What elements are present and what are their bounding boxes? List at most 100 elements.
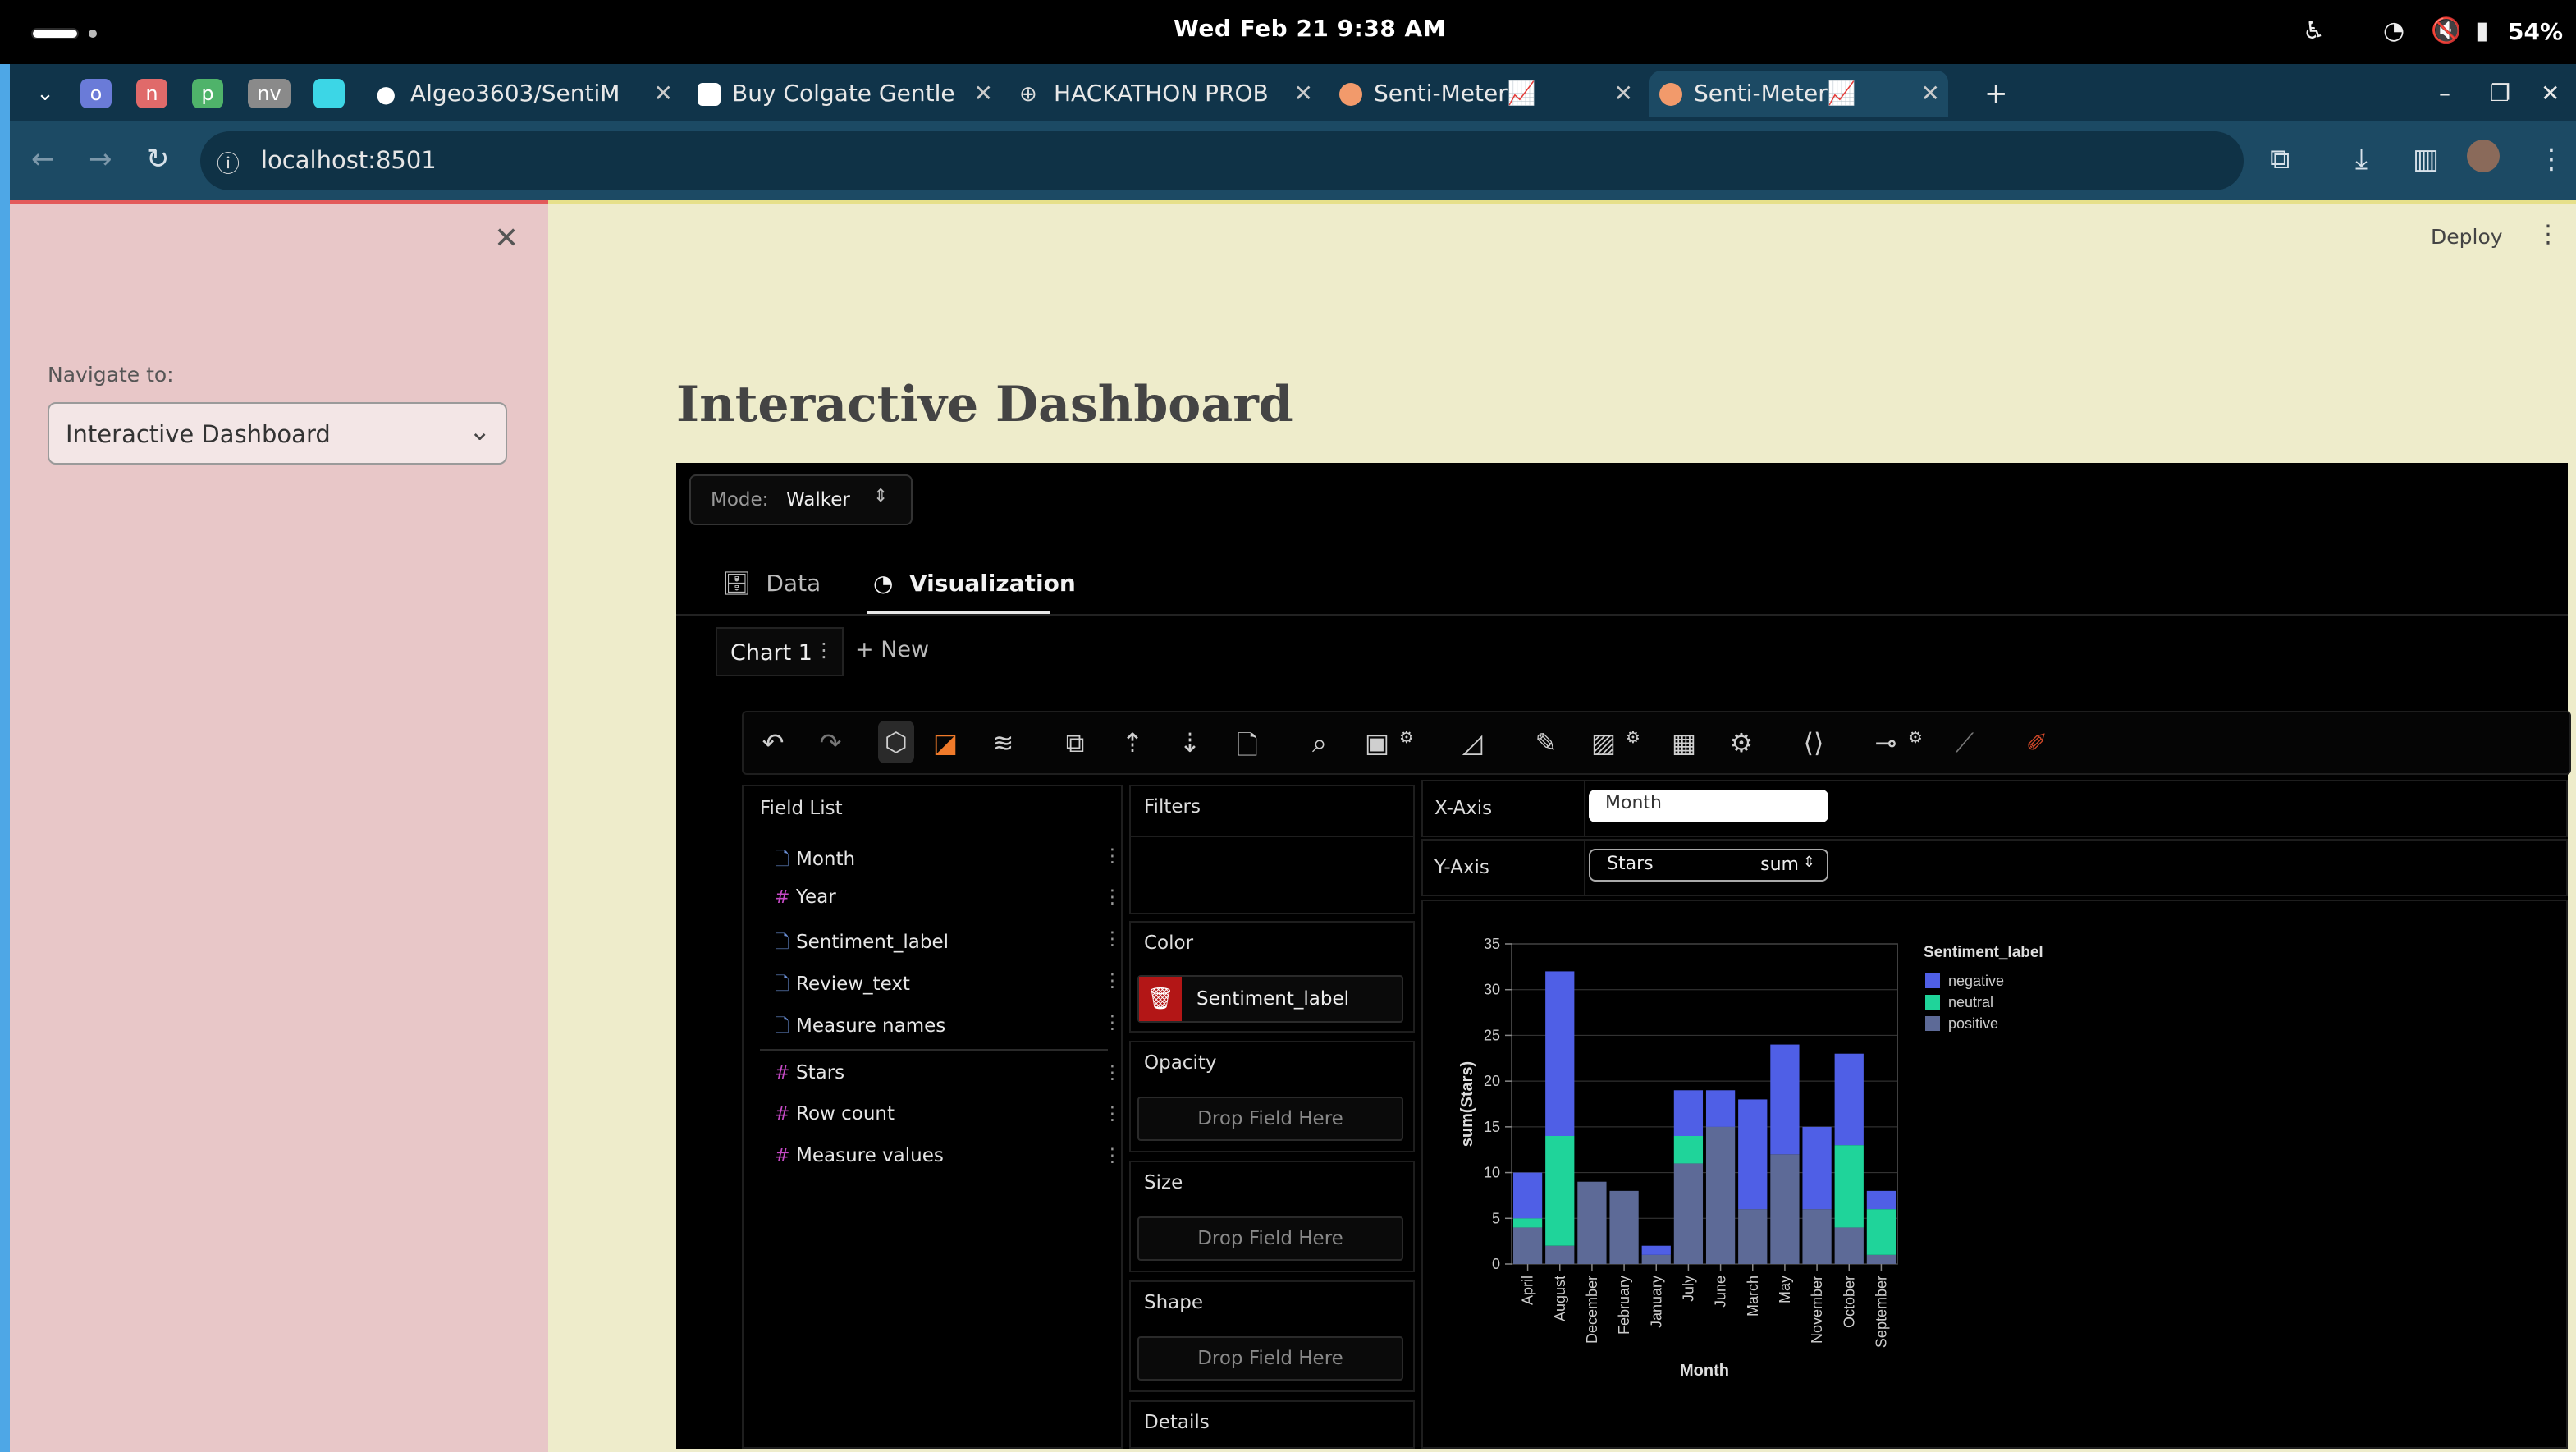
download-icon[interactable]: ⤓ <box>2355 143 2368 176</box>
field-menu-icon[interactable]: ⋮ <box>1103 886 1122 908</box>
bar-neutral <box>1545 1136 1575 1246</box>
shape-panel: Shape Drop Field Here <box>1129 1280 1415 1392</box>
wifi-icon[interactable]: ◔ <box>2383 16 2404 45</box>
close-sidebar-icon[interactable]: ✕ <box>494 222 519 255</box>
close-tab-icon[interactable]: ✕ <box>1921 71 1940 117</box>
close-tab-icon[interactable]: ✕ <box>1614 71 1633 117</box>
tab-visualization[interactable]: ◔ Visualization <box>873 570 1076 597</box>
amazon-icon <box>698 83 721 106</box>
side-panel-icon[interactable]: ▥ <box>2413 143 2439 176</box>
close-tab-icon[interactable]: ✕ <box>974 71 993 117</box>
field-year[interactable]: # Year ⋮ <box>775 886 1122 908</box>
mark-type-icon[interactable]: ◪ <box>927 727 963 758</box>
pinned-tab-p[interactable]: p <box>192 79 223 108</box>
accessibility-icon[interactable]: ♿ <box>2303 16 2325 45</box>
field-sentiment-label[interactable]: 🗋 Sentiment_label ⋮ <box>775 928 1122 960</box>
commit-settings-icon[interactable]: ⚙ <box>1897 727 1933 747</box>
filters-panel[interactable]: Filters <box>1129 785 1415 914</box>
field-menu-icon[interactable]: ⋮ <box>1103 845 1122 867</box>
color-field-pill[interactable]: 🗑 Sentiment_label <box>1137 975 1403 1023</box>
field-month[interactable]: 🗋 Month ⋮ <box>775 845 1122 877</box>
sort-asc-icon[interactable]: ⇡ <box>1114 727 1151 758</box>
field-list-panel: Field List 🗋 Month ⋮ # Year ⋮ 🗋 Sentiment_lab… <box>742 785 1123 1449</box>
pinned-tab-o[interactable]: o <box>80 79 112 108</box>
redo-icon[interactable]: ↷ <box>812 727 849 758</box>
field-menu-icon[interactable]: ⋮ <box>1103 928 1122 950</box>
mode-select[interactable]: Mode: Walker ⇕ <box>689 474 913 525</box>
close-tab-icon[interactable]: ✕ <box>654 71 673 117</box>
sort-desc-icon[interactable]: ⇣ <box>1172 727 1208 758</box>
field-menu-icon[interactable]: ⋮ <box>1103 1062 1122 1083</box>
field-measure-values[interactable]: # Measure values ⋮ <box>775 1145 1122 1166</box>
browser-menu-icon[interactable]: ⋮ <box>2537 143 2565 176</box>
shape-drop-zone[interactable]: Drop Field Here <box>1137 1336 1403 1381</box>
site-info-icon[interactable]: ⓘ <box>217 146 240 179</box>
field-menu-icon[interactable]: ⋮ <box>1103 970 1122 992</box>
chart-tab[interactable]: Chart 1 ⋮ <box>716 627 844 676</box>
settings-icon[interactable]: ⚙ <box>1723 727 1759 758</box>
size-settings-icon[interactable]: ⚙ <box>1389 727 1425 747</box>
limit-icon[interactable]: ◿ <box>1454 727 1490 758</box>
chart-tab-menu-icon[interactable]: ⋮ <box>814 639 834 662</box>
x-axis-field-pill[interactable]: Month <box>1589 790 1828 822</box>
tab-search-chevron-icon[interactable]: ⌄ <box>30 79 61 108</box>
close-tab-icon[interactable]: ✕ <box>1294 71 1313 117</box>
transpose-icon[interactable]: ⧉ <box>1057 727 1093 759</box>
layers-icon[interactable]: ≋ <box>985 727 1021 758</box>
bar-positive <box>1609 1190 1639 1264</box>
tab-senti-meter-active[interactable]: Senti-Meter📈 ✕ <box>1649 71 1948 117</box>
undo-icon[interactable]: ↶ <box>755 727 791 758</box>
restore-icon[interactable]: ❐ <box>2490 71 2514 117</box>
painter-icon[interactable]: ✐ <box>2019 727 2055 758</box>
brush-tool-icon[interactable]: ✎ <box>1528 727 1564 758</box>
deploy-button[interactable]: Deploy <box>2431 225 2503 249</box>
field-menu-icon[interactable]: ⋮ <box>1103 1012 1122 1033</box>
tab-senti-meter[interactable]: Senti-Meter📈 ✕ <box>1339 71 1633 117</box>
table-icon[interactable]: ▦ <box>1666 727 1702 758</box>
field-menu-icon[interactable]: ⋮ <box>1103 1103 1122 1124</box>
x-tick-label: December <box>1584 1276 1600 1344</box>
size-drop-zone[interactable]: Drop Field Here <box>1137 1216 1403 1261</box>
main-menu-icon[interactable]: ⋮ <box>2536 220 2560 249</box>
pinned-tab-nv[interactable]: nv <box>248 79 291 108</box>
y-axis-aggregation[interactable]: sum <box>1760 854 1799 875</box>
image-settings-icon[interactable]: ⚙ <box>1615 727 1651 747</box>
tab-amazon[interactable]: Buy Colgate Gentle ✕ <box>698 71 993 117</box>
reload-icon[interactable]: ↻ <box>146 143 170 176</box>
new-chart-button[interactable]: + New <box>855 637 929 662</box>
volume-muted-icon[interactable]: 🔇 <box>2431 16 2461 45</box>
zoom-icon[interactable]: ⌕ <box>1302 727 1338 759</box>
back-icon[interactable]: ← <box>31 143 55 176</box>
extensions-icon[interactable]: ⧉ <box>2270 143 2290 176</box>
minimize-icon[interactable]: – <box>2439 71 2464 117</box>
forward-icon[interactable]: → <box>89 143 112 176</box>
field-review-text[interactable]: 🗋 Review_text ⋮ <box>775 970 1122 1001</box>
bar-neutral <box>1866 1209 1897 1255</box>
tab-data[interactable]: 🗄 Data <box>722 570 821 597</box>
pinned-tab-n[interactable]: n <box>136 79 167 108</box>
activities-indicator[interactable] <box>31 28 79 39</box>
profile-avatar[interactable] <box>2467 140 2500 172</box>
address-bar[interactable]: ⓘ localhost:8501 <box>200 131 2244 190</box>
url-text[interactable]: localhost:8501 <box>261 146 437 174</box>
export-file-icon[interactable]: 🗋 <box>1229 727 1265 772</box>
stacked-bar-chart[interactable]: 0 5 10 15 20 25 30 35 April August December Februar… <box>1423 901 2566 1447</box>
battery-icon[interactable]: ▮ <box>2475 16 2489 45</box>
field-measure-names[interactable]: 🗋 Measure names ⋮ <box>775 1012 1122 1043</box>
clock[interactable]: Wed Feb 21 9:38 AM <box>1174 15 1446 42</box>
opacity-drop-zone[interactable]: Drop Field Here <box>1137 1097 1403 1141</box>
field-menu-icon[interactable]: ⋮ <box>1103 1145 1122 1166</box>
paint-icon[interactable]: ⟋ <box>1947 727 1983 759</box>
close-window-icon[interactable]: ✕ <box>2541 71 2565 117</box>
pinned-tab-blank[interactable] <box>313 79 345 108</box>
field-stars[interactable]: # Stars ⋮ <box>775 1062 1122 1083</box>
field-row-count[interactable]: # Row count ⋮ <box>775 1103 1122 1124</box>
navigate-select[interactable]: Interactive Dashboard ⌄ <box>48 402 507 465</box>
geom-cube-icon[interactable]: ⬡ <box>878 721 914 763</box>
y-axis-field-pill[interactable]: Stars sum ⇕ <box>1589 849 1828 882</box>
tab-hackathon[interactable]: ⊕ HACKATHON PROB ✕ <box>1019 71 1313 117</box>
trash-icon[interactable]: 🗑 <box>1139 977 1182 1021</box>
new-tab-icon[interactable]: + <box>1984 71 2017 117</box>
tab-github[interactable]: ● Algeo3603/SentiM ✕ <box>376 71 673 117</box>
code-icon[interactable]: ⟨⟩ <box>1796 727 1832 758</box>
